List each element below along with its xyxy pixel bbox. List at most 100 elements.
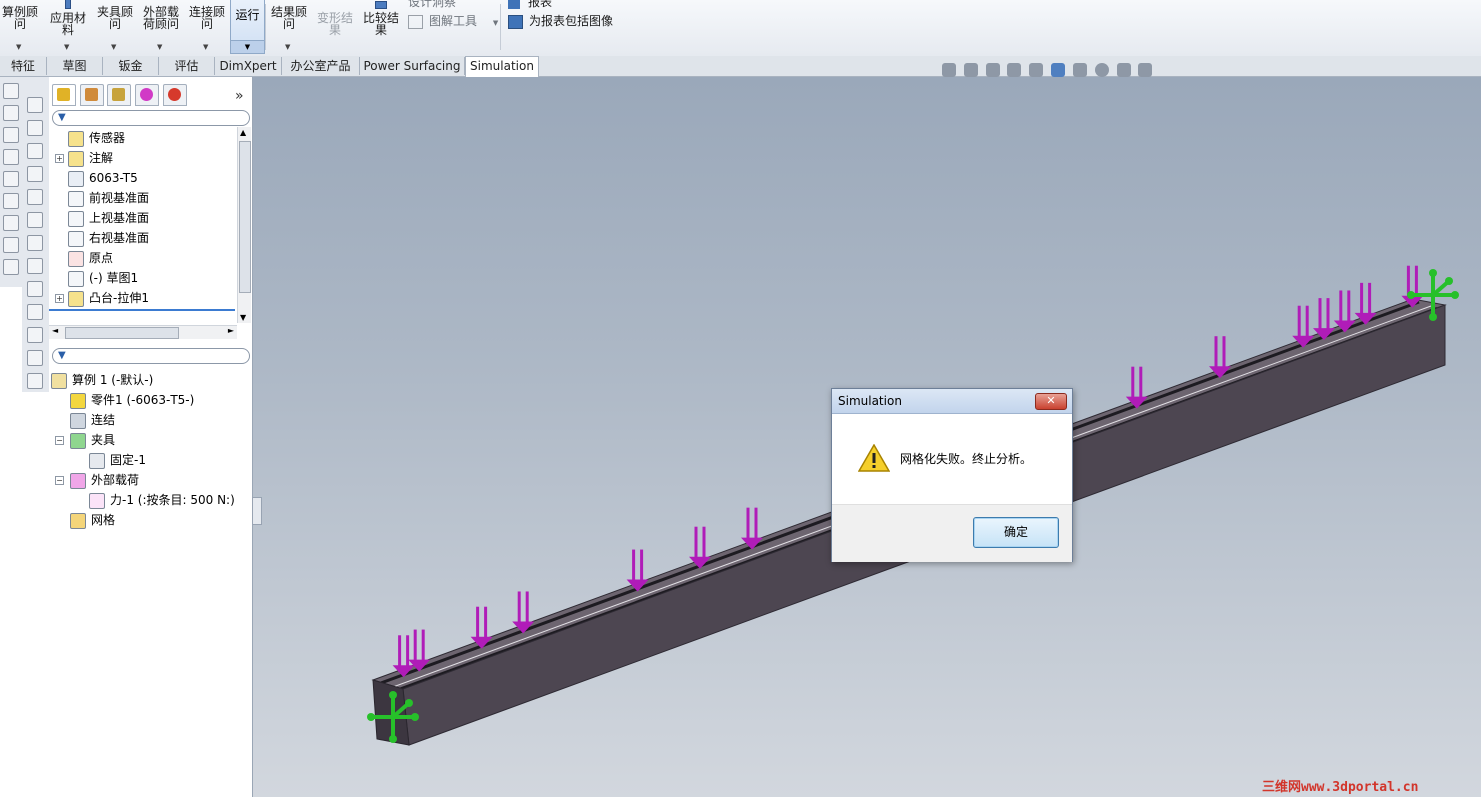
panel-resize-handle[interactable] (252, 497, 262, 525)
left-toolbar-icon[interactable] (27, 373, 43, 389)
tab-sheet-metal[interactable]: 钣金 (103, 57, 159, 75)
previous-view-icon[interactable] (985, 62, 1000, 77)
left-toolbar-icon[interactable] (27, 212, 43, 228)
left-toolbar-icon[interactable] (3, 259, 19, 275)
dialog-title-bar[interactable]: Simulation ✕ (832, 389, 1072, 414)
tab-power-surfacing[interactable]: Power Surfacing (360, 57, 465, 75)
part-icon (70, 392, 86, 409)
tree-item-boss-extrude1[interactable]: 凸台-拉伸1 (68, 289, 149, 307)
deformed-result-button[interactable]: 变形结 果 (314, 0, 356, 52)
feature-tree-horizontal-scrollbar[interactable]: ◄ ► (49, 325, 237, 339)
tab-features[interactable]: 特征 (0, 57, 47, 75)
tab-dimxpert-manager[interactable] (135, 84, 159, 106)
left-toolbar-icon[interactable] (27, 120, 43, 136)
results-advisor-dropdown[interactable]: ▼ (285, 43, 290, 51)
feature-tree-filter[interactable]: ▼ (52, 110, 250, 126)
external-loads-dropdown[interactable]: ▼ (157, 43, 162, 51)
expand-toggle[interactable]: + (55, 154, 64, 163)
connections-dropdown[interactable]: ▼ (203, 43, 208, 51)
tab-dimxpert[interactable]: DimXpert (215, 57, 282, 75)
zoom-to-area-icon[interactable] (963, 62, 978, 77)
left-toolbar-icon[interactable] (3, 237, 19, 253)
left-toolbar-icon[interactable] (3, 149, 19, 165)
edit-appearance-icon[interactable] (1094, 62, 1109, 77)
tree-item-sensors[interactable]: 传感器 (68, 129, 125, 147)
tree-item-origin[interactable]: 原点 (68, 249, 113, 267)
tree-item-part1[interactable]: 零件1 (-6063-T5-) (70, 391, 194, 409)
tree-item-top-plane[interactable]: 上视基准面 (68, 209, 149, 227)
collapse-toggle[interactable]: − (55, 476, 64, 485)
tree-item-force1[interactable]: 力-1 (:按条目: 500 N:) (89, 491, 235, 509)
tree-item-material[interactable]: 6063-T5 (68, 169, 138, 187)
tree-item-mesh[interactable]: 网格 (70, 511, 115, 529)
scroll-left-icon[interactable]: ◄ (52, 326, 58, 335)
tab-evaluate[interactable]: 评估 (159, 57, 215, 75)
tab-office-products[interactable]: 办公室产品 (282, 57, 360, 75)
scroll-down-icon[interactable]: ▼ (240, 313, 246, 322)
include-image-button[interactable]: 为报表包括图像 (508, 12, 613, 29)
run-button[interactable]: 运行 ▼ (230, 0, 265, 54)
left-toolbar-icon[interactable] (27, 350, 43, 366)
fixtures-advisor-dropdown[interactable]: ▼ (111, 43, 116, 51)
left-toolbar-icon[interactable] (3, 105, 19, 121)
scrollbar-thumb[interactable] (239, 141, 251, 293)
collapse-toggle[interactable]: − (55, 436, 64, 445)
zoom-to-fit-icon[interactable] (942, 62, 956, 77)
study-advisor-dropdown[interactable]: ▼ (16, 43, 21, 51)
hide-show-items-icon[interactable] (1072, 62, 1087, 77)
left-toolbar-icon[interactable] (27, 166, 43, 182)
tree-item-connections[interactable]: 连结 (70, 411, 115, 429)
left-toolbar-icon[interactable] (27, 327, 43, 343)
tab-display-manager[interactable] (163, 84, 187, 106)
expand-toggle[interactable]: + (55, 294, 64, 303)
rollback-bar[interactable] (49, 309, 235, 311)
left-toolbar-icon[interactable] (27, 97, 43, 113)
tree-item-front-plane[interactable]: 前视基准面 (68, 189, 149, 207)
plot-tools-dropdown[interactable]: ▼ (493, 19, 498, 27)
tab-configuration-manager[interactable] (107, 84, 131, 106)
tree-item-fixed1[interactable]: 固定-1 (89, 451, 146, 469)
plot-tools-button[interactable]: 图解工具 ▼ (408, 12, 498, 29)
study-tree-filter[interactable]: ▼ (52, 348, 250, 364)
left-toolbar-icon[interactable] (27, 235, 43, 251)
report-button[interactable]: 报表 (508, 0, 552, 10)
tree-item-sketch1[interactable]: (-) 草图1 (68, 269, 138, 287)
left-toolbar-icon[interactable] (3, 83, 19, 99)
ok-button[interactable]: 确定 (973, 517, 1059, 548)
tree-item-study1[interactable]: 算例 1 (-默认-) (51, 371, 153, 389)
view-settings-icon[interactable] (1138, 62, 1153, 77)
compare-results-button[interactable]: 比较结 果 (360, 0, 402, 52)
left-toolbar-icon[interactable] (27, 143, 43, 159)
left-toolbar-icon[interactable] (27, 258, 43, 274)
feature-tree-vertical-scrollbar[interactable]: ▲ ▼ (237, 127, 251, 323)
left-toolbar-icon[interactable] (27, 304, 43, 320)
expand-panel-icon[interactable]: » (235, 88, 244, 104)
scroll-up-icon[interactable]: ▲ (240, 128, 246, 137)
left-toolbar-icon[interactable] (27, 281, 43, 297)
tree-item-fixtures[interactable]: 夹具 (70, 431, 115, 449)
apply-material-dropdown[interactable]: ▼ (64, 43, 69, 51)
left-toolbar-icon[interactable] (3, 193, 19, 209)
tree-item-external-loads[interactable]: 外部载荷 (70, 471, 139, 489)
display-style-icon[interactable] (1051, 62, 1066, 77)
tab-sketch[interactable]: 草图 (47, 57, 103, 75)
section-view-icon[interactable] (1007, 62, 1022, 77)
apply-scene-icon[interactable] (1116, 62, 1131, 77)
tab-feature-manager[interactable] (52, 84, 76, 106)
scrollbar-thumb[interactable] (65, 327, 179, 339)
left-toolbar-icon[interactable] (27, 189, 43, 205)
tab-simulation[interactable]: Simulation (465, 56, 539, 77)
tree-item-annotations[interactable]: 注解 (68, 149, 113, 167)
dialog-footer: 确定 (832, 504, 1072, 562)
tree-item-right-plane[interactable]: 右视基准面 (68, 229, 149, 247)
left-toolbar-icon[interactable] (3, 127, 19, 143)
close-button[interactable]: ✕ (1035, 393, 1067, 410)
design-insight-button[interactable]: 设计洞察 (408, 0, 456, 10)
tab-property-manager[interactable] (80, 84, 104, 106)
filter-icon: ▼ (58, 350, 66, 361)
left-toolbar-icon[interactable] (3, 215, 19, 231)
left-toolbar-icon[interactable] (3, 171, 19, 187)
run-dropdown[interactable]: ▼ (231, 40, 264, 53)
scroll-right-icon[interactable]: ► (228, 326, 234, 335)
view-orientation-icon[interactable] (1029, 62, 1044, 77)
